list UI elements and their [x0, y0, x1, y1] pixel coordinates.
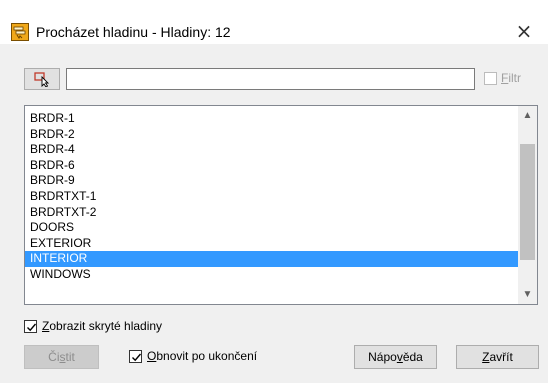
restore-on-exit-checkbox[interactable] — [129, 350, 142, 363]
list-item[interactable]: BRDR-2 — [25, 127, 518, 143]
show-hidden-checkbox[interactable] — [24, 320, 37, 333]
vertical-scrollbar[interactable]: ▲ ▼ — [518, 106, 537, 304]
list-item[interactable]: DOORS — [25, 220, 518, 236]
list-item[interactable]: EXTERIOR — [25, 236, 518, 252]
layer-list-items: BRDR-1 BRDR-2 BRDR-4 BRDR-6 BRDR-9 BRDRTXT-1 B… — [25, 111, 518, 283]
filter-label: Filtr — [501, 71, 522, 85]
help-button[interactable]: Nápověda — [354, 345, 437, 369]
filter-checkbox[interactable] — [484, 72, 497, 85]
window-title: Procházet hladinu - Hladiny: 12 — [36, 24, 231, 40]
restore-on-exit-label[interactable]: Obnovit po ukončení — [147, 349, 257, 364]
list-item[interactable]: WINDOWS — [25, 267, 518, 283]
list-item[interactable]: INTERIOR — [25, 251, 518, 267]
close-icon[interactable]: × — [512, 19, 536, 43]
filter-input[interactable] — [66, 68, 475, 90]
scroll-up-icon[interactable]: ▲ — [518, 106, 537, 125]
list-item[interactable]: BRDR-1 — [25, 111, 518, 127]
layer-list[interactable]: BRDR-1 BRDR-2 BRDR-4 BRDR-6 BRDR-9 BRDRTXT-1 B… — [24, 105, 538, 305]
layer-walk-icon — [11, 23, 29, 41]
list-item[interactable]: BRDR-4 — [25, 142, 518, 158]
list-item[interactable]: BRDR-6 — [25, 158, 518, 174]
checkmark-icon — [27, 323, 37, 332]
scroll-down-icon[interactable]: ▼ — [518, 285, 537, 304]
list-item[interactable]: BRDRTXT-2 — [25, 205, 518, 221]
show-hidden-label[interactable]: Zobrazit skryté hladiny — [42, 319, 162, 334]
close-button[interactable]: Zavřít — [456, 345, 539, 369]
checkmark-icon — [132, 353, 142, 362]
list-item[interactable]: BRDRTXT-1 — [25, 189, 518, 205]
clear-button[interactable]: Čistit — [24, 345, 99, 369]
scrollbar-thumb[interactable] — [520, 144, 535, 260]
select-objects-button[interactable] — [24, 68, 60, 90]
list-item[interactable]: BRDR-9 — [25, 173, 518, 189]
title-bar: Procházet hladinu - Hladiny: 12 × — [0, 0, 548, 44]
